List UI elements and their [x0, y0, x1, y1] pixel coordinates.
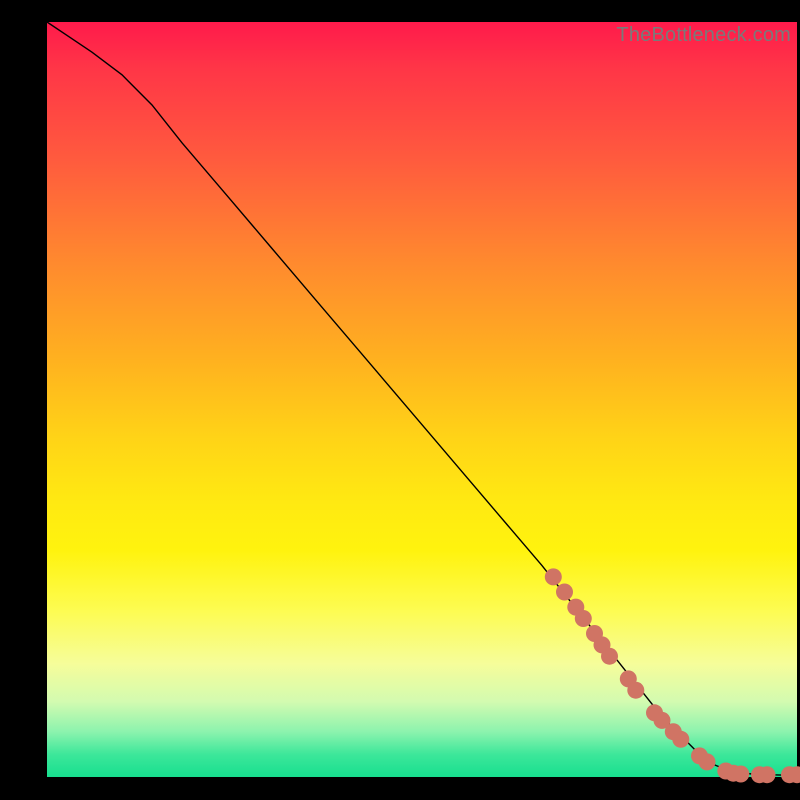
data-points: [545, 568, 800, 783]
chart-overlay: [47, 22, 797, 777]
data-point-p20: [759, 766, 776, 783]
data-point-p18: [732, 766, 749, 783]
data-point-p4: [575, 610, 592, 627]
data-point-p1: [545, 568, 562, 585]
data-point-p15: [699, 753, 716, 770]
data-point-p7: [601, 648, 618, 665]
plot-area: TheBottleneck.com: [47, 22, 797, 777]
data-point-p13: [672, 731, 689, 748]
bottleneck-curve: [47, 22, 797, 775]
data-point-p2: [556, 584, 573, 601]
data-point-p9: [627, 682, 644, 699]
chart-stage: TheBottleneck.com: [0, 0, 800, 800]
